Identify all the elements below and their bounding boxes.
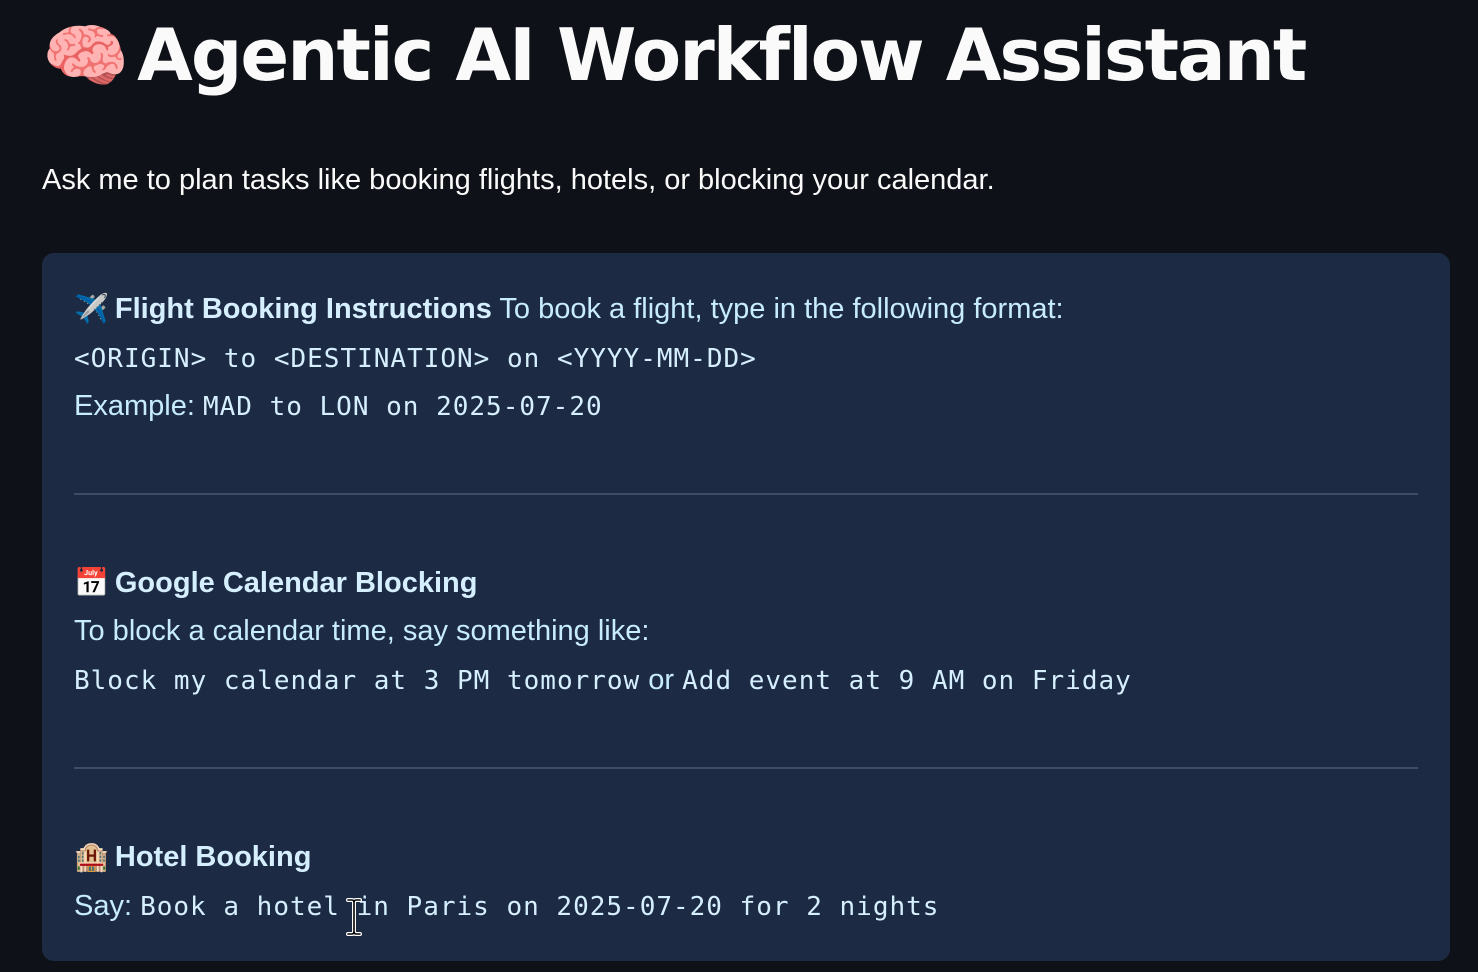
calendar-example-1: Block my calendar at 3 PM tomorrow — [74, 666, 641, 696]
hotel-say-label: Say: — [74, 890, 133, 922]
hotel-example-line: Say: Book a hotel in Paris on 2025-07-20… — [74, 886, 939, 927]
airplane-icon: ✈️ — [74, 293, 109, 324]
text-cursor-icon — [346, 898, 362, 936]
calendar-example-2: Add event at 9 AM on Friday — [682, 666, 1132, 696]
flight-heading: Flight Booking Instructions — [114, 293, 492, 325]
instructions-info-box: ✈️ Flight Booking Instructions To book a … — [42, 253, 1450, 961]
hotel-heading-line: 🏨 Hotel Booking — [74, 837, 311, 877]
hotel-icon: 🏨 — [74, 841, 109, 872]
section-divider — [74, 767, 1418, 769]
calendar-icon: 📅 — [74, 567, 109, 598]
calendar-or-text: or — [648, 664, 675, 696]
flight-heading-line: ✈️ Flight Booking Instructions To book a … — [74, 289, 1064, 329]
flight-example-line: Example: MAD to LON on 2025-07-20 — [74, 386, 603, 427]
flight-intro: To book a flight, type in the following … — [499, 293, 1064, 325]
calendar-heading: Google Calendar Blocking — [114, 567, 478, 599]
hotel-example-code: Book a hotel in Paris on 2025-07-20 for … — [140, 892, 940, 922]
page-title-text: Agentic AI Workflow Assistant — [137, 13, 1307, 97]
app-page: 🧠 Agentic AI Workflow Assistant Ask me to… — [0, 0, 1478, 972]
section-divider — [74, 493, 1418, 495]
flight-example-code: MAD to LON on 2025-07-20 — [202, 392, 603, 422]
calendar-heading-line: 📅 Google Calendar Blocking — [74, 563, 477, 603]
flight-format-line: <ORIGIN> to <DESTINATION> on <YYYY-MM-DD… — [74, 338, 757, 379]
calendar-examples-line: Block my calendar at 3 PM tomorrow or Ad… — [74, 660, 1132, 701]
hotel-heading: Hotel Booking — [114, 841, 312, 873]
brain-icon: 🧠 — [42, 15, 129, 97]
flight-example-label: Example: — [74, 390, 195, 422]
page-title: 🧠 Agentic AI Workflow Assistant — [42, 10, 1307, 101]
calendar-intro: To block a calendar time, say something … — [74, 615, 650, 647]
page-subtitle: Ask me to plan tasks like booking flight… — [42, 164, 995, 196]
flight-format-code: <ORIGIN> to <DESTINATION> on <YYYY-MM-DD… — [74, 344, 757, 374]
